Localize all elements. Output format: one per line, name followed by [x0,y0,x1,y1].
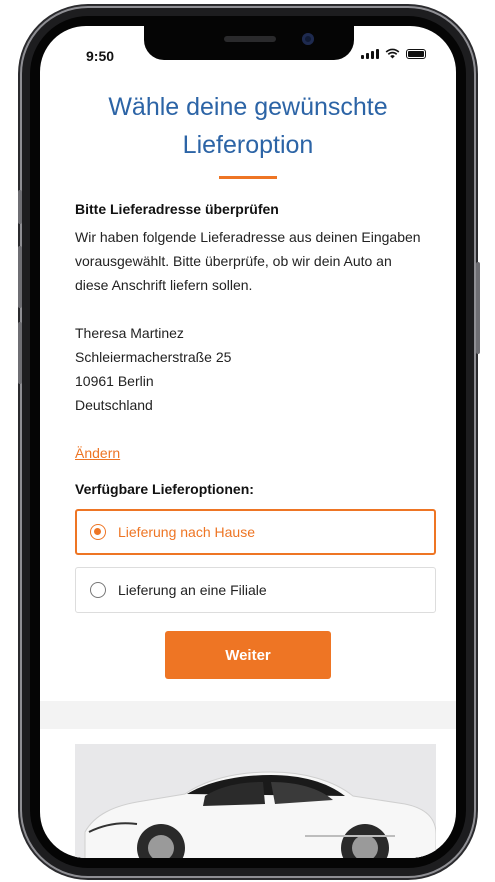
car-illustration [75,744,436,858]
status-time: 9:50 [86,48,115,64]
mute-switch [18,190,22,224]
front-camera-icon [302,33,314,45]
address-city: 10961 Berlin [75,373,154,389]
address-country: Deutschland [75,397,153,413]
notch [144,26,354,60]
option-label: Lieferung nach Hause [118,524,255,540]
volume-down-button [18,322,22,384]
address-check-heading: Bitte Lieferadresse überprüfen [75,201,279,217]
continue-button[interactable]: Weiter [165,631,331,679]
page-title: Wähle deine gewünschte Lieferoption [108,93,388,159]
section-divider [40,701,456,729]
battery-icon [406,49,426,59]
radio-checked-icon[interactable] [90,524,106,540]
delivery-options-page: Wähle deine gewünschte Lieferoption Bitt… [40,80,456,729]
delivery-options-heading: Verfügbare Lieferoptionen: [75,481,254,497]
car-image [75,744,436,858]
option-home-delivery[interactable]: Lieferung nach Hause [75,509,436,555]
volume-up-button [18,246,22,308]
delivery-address: Theresa Martinez Schleiermacherstraße 25… [75,321,421,417]
speaker-grille [224,36,276,42]
phone-screen: 9:50 Wähle deine gewünschte Lieferoption… [40,26,456,858]
wifi-icon [385,48,400,59]
change-address-link[interactable]: Ändern [75,445,120,461]
address-street: Schleiermacherstraße 25 [75,349,232,365]
address-name: Theresa Martinez [75,325,184,341]
power-button [476,262,480,354]
option-branch-delivery[interactable]: Lieferung an eine Filiale [75,567,436,613]
signal-icon [361,49,379,59]
address-check-text: Wir haben folgende Lieferadresse aus dei… [75,229,421,293]
status-icons [361,48,426,59]
option-label: Lieferung an eine Filiale [118,582,267,598]
radio-unchecked-icon[interactable] [90,582,106,598]
title-underline [219,176,277,179]
